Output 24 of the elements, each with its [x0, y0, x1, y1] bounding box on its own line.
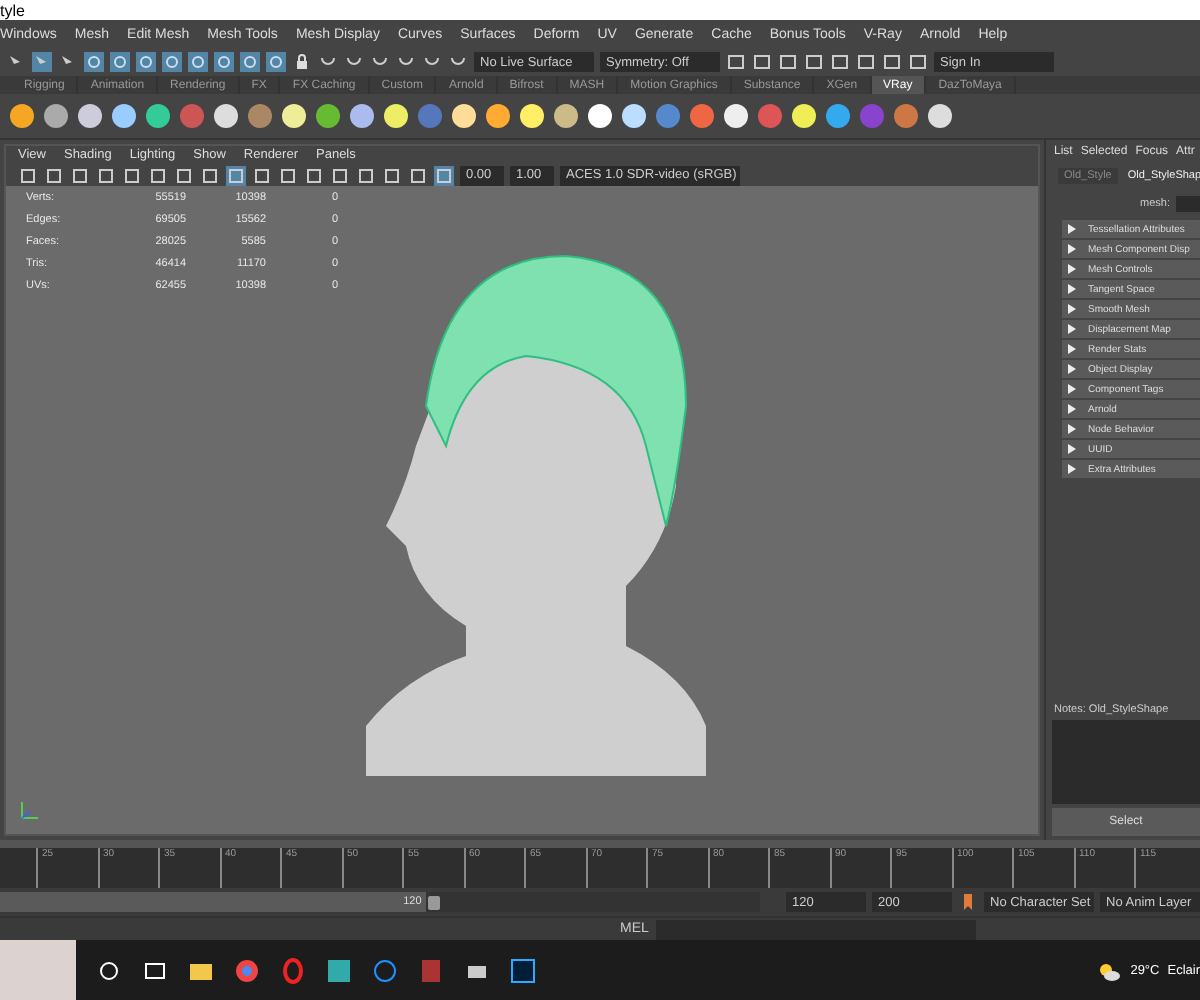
snap-icon[interactable]: [136, 52, 156, 72]
snap-icon[interactable]: [110, 52, 130, 72]
mesh-field[interactable]: [1176, 196, 1200, 212]
app-icon[interactable]: [372, 957, 398, 983]
snap-icon[interactable]: [188, 52, 208, 72]
browser-icon[interactable]: [280, 957, 306, 983]
snap-icon[interactable]: [162, 52, 182, 72]
lock-icon[interactable]: [292, 52, 312, 72]
wallpaper-thumbnail: [0, 940, 76, 1000]
slider-thumb[interactable]: [427, 895, 440, 909]
task-view-icon[interactable]: [142, 957, 168, 983]
snap-icon[interactable]: [84, 52, 104, 72]
bookmark-icon[interactable]: [958, 892, 978, 912]
snap-icon[interactable]: [240, 52, 260, 72]
app-icon[interactable]: [510, 957, 536, 983]
snap-icon[interactable]: [214, 52, 234, 72]
app-icon[interactable]: [326, 957, 352, 983]
window-title: tyle: [0, 0, 1200, 20]
sphere-icon[interactable]: [348, 102, 376, 130]
browser-icon[interactable]: [234, 957, 260, 983]
command-field[interactable]: [656, 919, 977, 939]
search-icon[interactable]: [96, 957, 122, 983]
axis-icon: [18, 798, 42, 822]
notes-field[interactable]: [1052, 720, 1200, 804]
